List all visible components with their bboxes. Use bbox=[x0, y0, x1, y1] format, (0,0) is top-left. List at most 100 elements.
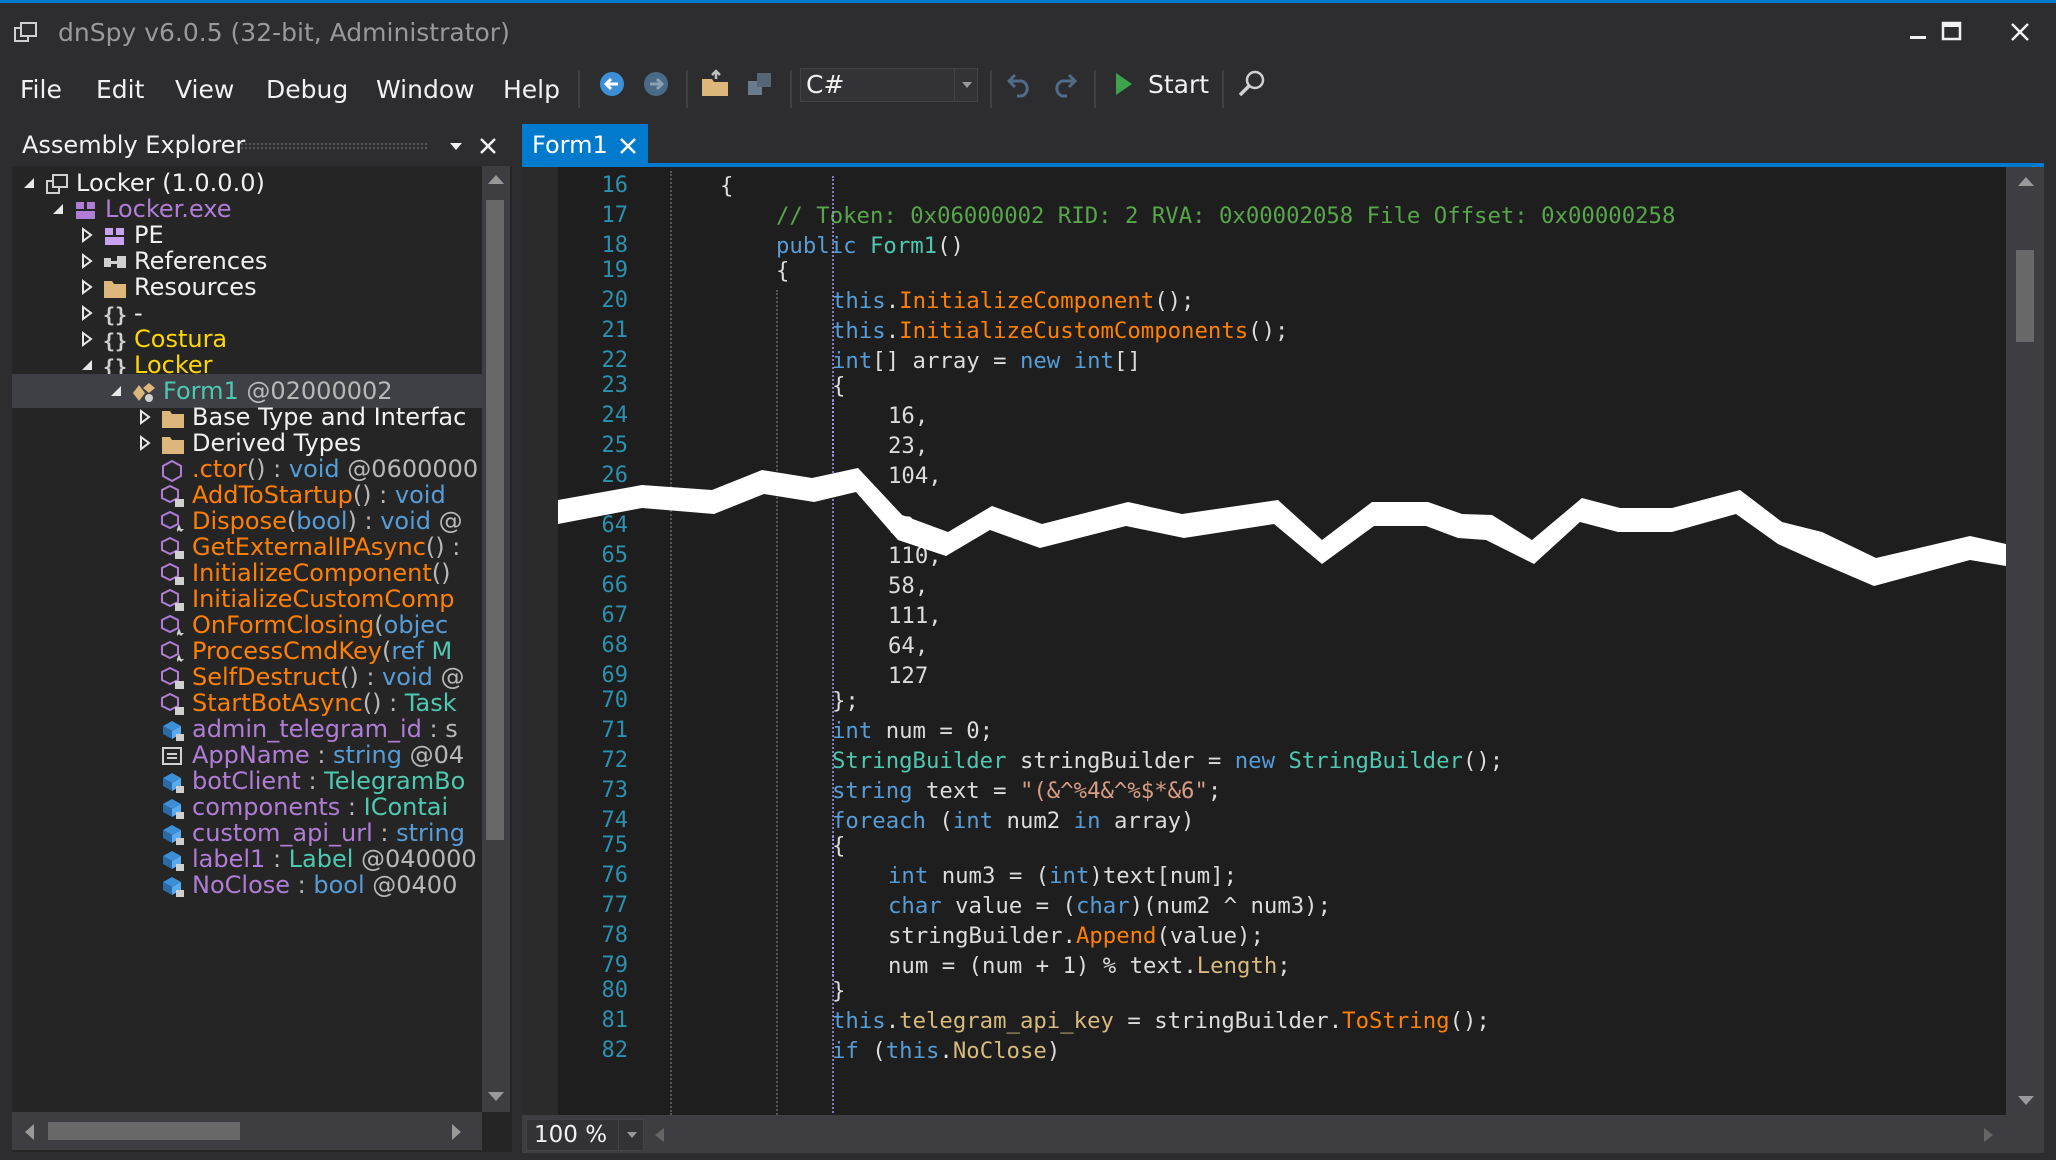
scroll-up-icon[interactable] bbox=[486, 172, 506, 186]
code-line: char value = (char)(num2 ^ num3); bbox=[888, 893, 1332, 919]
app-icon bbox=[14, 22, 37, 42]
line-number: 72 bbox=[601, 748, 629, 773]
code-line: StringBuilder stringBuilder = new String… bbox=[832, 748, 1504, 774]
line-number: 68 bbox=[601, 633, 629, 658]
tree-node-signature: : bool @0400 bbox=[290, 871, 458, 899]
scroll-up-icon[interactable] bbox=[2016, 174, 2036, 188]
start-label[interactable]: Start bbox=[1148, 65, 1209, 105]
explorer-hscroll-thumb[interactable] bbox=[48, 1122, 240, 1140]
line-number: 20 bbox=[601, 288, 629, 313]
editor-scroll-thumb[interactable] bbox=[2016, 250, 2034, 342]
code-line: 127 bbox=[888, 663, 929, 689]
open-folder-icon bbox=[702, 69, 728, 96]
toolbar-separator bbox=[1222, 70, 1224, 108]
line-number: 78 bbox=[601, 923, 629, 948]
code-line: { bbox=[832, 373, 846, 399]
line-number: 82 bbox=[601, 1038, 629, 1063]
assembly-explorer-title: Assembly Explorer bbox=[22, 131, 246, 159]
save-all-button[interactable] bbox=[740, 64, 780, 104]
maximize-button[interactable] bbox=[1922, 10, 1982, 54]
scroll-left-icon[interactable] bbox=[22, 1122, 36, 1142]
menu-view[interactable]: View bbox=[169, 65, 240, 117]
indent-guide bbox=[670, 171, 672, 1115]
close-icon bbox=[620, 138, 636, 154]
tab-close-button[interactable] bbox=[614, 132, 642, 160]
editor-margin bbox=[522, 167, 558, 1115]
tree-node-label: NoClose : bool @0400 bbox=[192, 868, 457, 902]
tree-node-name: NoClose bbox=[192, 871, 291, 899]
code-line: int num3 = (int)text[num]; bbox=[888, 863, 1238, 889]
code-line: foreach (int num2 in array) bbox=[832, 808, 1195, 834]
tab-label: Form1 bbox=[532, 131, 608, 159]
toolbar-separator bbox=[578, 70, 580, 108]
chevron-down-icon bbox=[626, 1132, 637, 1138]
line-number: 21 bbox=[601, 318, 629, 343]
navigate-forward-button[interactable] bbox=[636, 64, 676, 104]
indent-guide bbox=[776, 290, 778, 1115]
toolbar-separator bbox=[686, 70, 688, 108]
navigate-back-button[interactable] bbox=[592, 64, 632, 104]
code-line: 111, bbox=[888, 603, 942, 629]
open-file-button[interactable] bbox=[696, 64, 736, 104]
scroll-down-icon[interactable] bbox=[486, 1090, 506, 1104]
torn-edge-divider bbox=[558, 468, 2006, 586]
play-icon bbox=[1116, 73, 1132, 95]
panel-close-button[interactable] bbox=[474, 132, 502, 160]
menu-window[interactable]: Window bbox=[370, 65, 481, 117]
code-line: this.telegram_api_key = stringBuilder.To… bbox=[832, 1008, 1490, 1034]
line-number: 70 bbox=[601, 688, 629, 713]
panel-drag-grip[interactable] bbox=[240, 142, 428, 150]
close-window-button[interactable] bbox=[1990, 10, 2050, 54]
assembly-tree[interactable]: Locker (1.0.0.0) Locker.exe PE References Re… bbox=[12, 166, 482, 1112]
menu-edit[interactable]: Edit bbox=[90, 65, 150, 117]
window-title: dnSpy v6.0.5 (32-bit, Administrator) bbox=[58, 18, 510, 47]
toolbar-separator bbox=[1094, 70, 1096, 108]
indent-guide bbox=[832, 176, 834, 456]
code-line: { bbox=[720, 173, 734, 199]
toolbar-separator bbox=[790, 70, 792, 108]
code-line: int num = 0; bbox=[832, 718, 994, 744]
code-line: this.InitializeCustomComponents(); bbox=[832, 318, 1289, 344]
code-line: { bbox=[832, 833, 846, 859]
save-icon bbox=[748, 73, 771, 95]
code-line: stringBuilder.Append(value); bbox=[888, 923, 1264, 949]
line-number: 16 bbox=[601, 173, 629, 198]
search-button[interactable] bbox=[1232, 64, 1272, 104]
editor-horizontal-scrollbar[interactable] bbox=[522, 1115, 2044, 1153]
scroll-left-icon[interactable] bbox=[652, 1126, 666, 1144]
tree-node[interactable]: NoClose : bool @0400 bbox=[12, 868, 482, 902]
line-number: 75 bbox=[601, 833, 629, 858]
undo-icon bbox=[1006, 73, 1029, 98]
search-icon bbox=[1238, 70, 1265, 97]
start-debug-button[interactable] bbox=[1104, 64, 1144, 104]
explorer-scroll-thumb[interactable] bbox=[486, 200, 504, 840]
code-line: }; bbox=[832, 688, 859, 714]
forward-arrow-icon bbox=[644, 72, 668, 96]
line-number: 19 bbox=[601, 258, 629, 283]
scroll-down-icon[interactable] bbox=[2016, 1094, 2036, 1108]
line-number: 17 bbox=[601, 203, 629, 228]
line-number: 76 bbox=[601, 863, 629, 888]
language-dropdown-button[interactable] bbox=[954, 68, 978, 102]
code-line: this.InitializeComponent(); bbox=[832, 288, 1195, 314]
undo-button[interactable] bbox=[1000, 64, 1040, 104]
code-line: num = (num + 1) % text.Length; bbox=[888, 953, 1291, 979]
redo-button[interactable] bbox=[1044, 64, 1084, 104]
menu-help[interactable]: Help bbox=[497, 65, 566, 117]
line-number: 77 bbox=[601, 893, 629, 918]
indent-guide bbox=[832, 836, 834, 976]
close-icon bbox=[480, 138, 496, 154]
scroll-right-icon[interactable] bbox=[1982, 1126, 1996, 1144]
back-arrow-icon bbox=[600, 72, 624, 96]
menu-file[interactable]: File bbox=[14, 65, 68, 117]
code-line: public Form1() bbox=[776, 233, 964, 259]
line-number: 71 bbox=[601, 718, 629, 743]
zoom-dropdown-button[interactable] bbox=[618, 1119, 644, 1151]
scroll-right-icon[interactable] bbox=[450, 1122, 464, 1142]
panel-options-button[interactable] bbox=[444, 134, 468, 158]
redo-icon bbox=[1055, 73, 1078, 98]
menu-debug[interactable]: Debug bbox=[260, 65, 354, 117]
code-line: // Token: 0x06000002 RID: 2 RVA: 0x00002… bbox=[776, 203, 1676, 229]
line-number: 80 bbox=[601, 978, 629, 1003]
line-number: 24 bbox=[601, 403, 629, 428]
